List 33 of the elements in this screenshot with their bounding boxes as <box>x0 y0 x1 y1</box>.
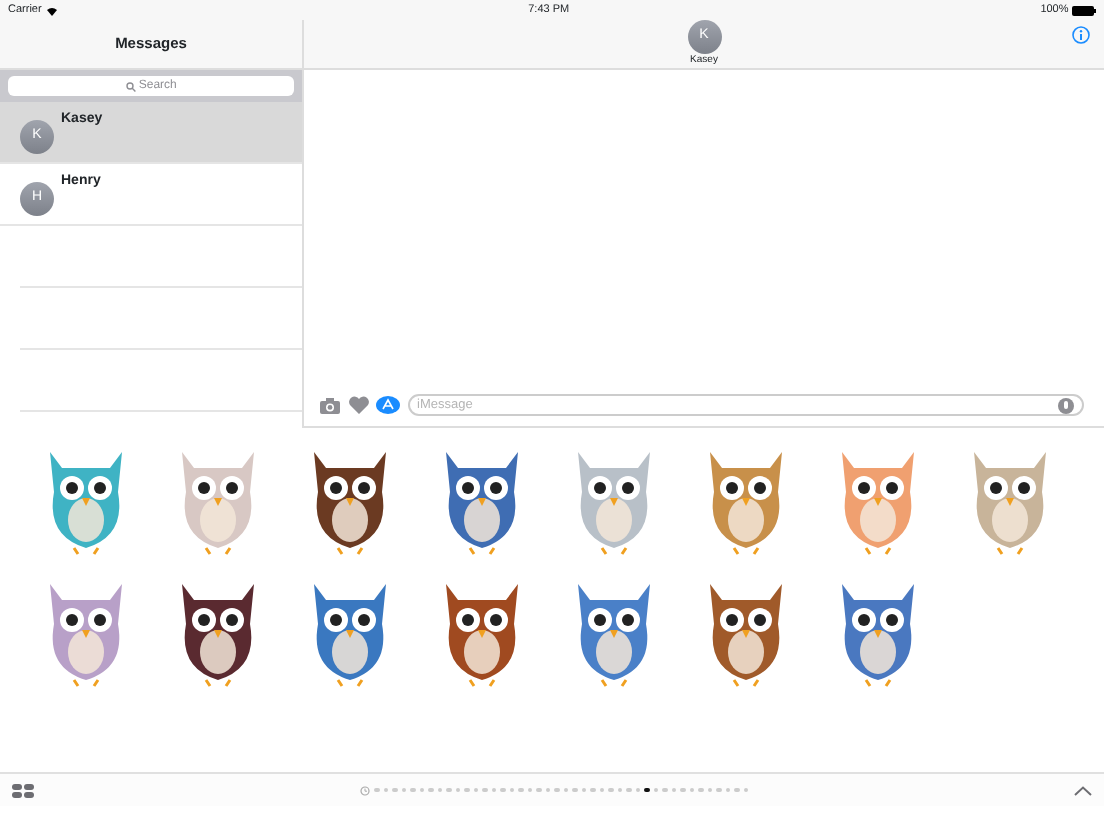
page-dot[interactable] <box>518 787 523 793</box>
page-dot[interactable] <box>608 787 613 793</box>
page-dot[interactable] <box>392 787 397 793</box>
page-dot[interactable] <box>653 787 658 793</box>
microphone-icon[interactable] <box>1058 397 1074 413</box>
heart-icon[interactable] <box>347 396 369 414</box>
wifi-icon <box>45 5 58 15</box>
page-dot[interactable] <box>464 787 469 793</box>
camera-icon[interactable] <box>320 397 340 413</box>
page-dot[interactable] <box>482 787 487 793</box>
page-dot[interactable] <box>716 787 721 793</box>
recent-clock-icon[interactable] <box>360 785 370 795</box>
app-store-icon[interactable] <box>376 396 400 414</box>
page-dot[interactable] <box>734 787 739 793</box>
page-dot[interactable] <box>644 787 649 793</box>
page-dot[interactable] <box>500 787 505 793</box>
chevron-up-icon[interactable] <box>1074 785 1092 795</box>
page-dot[interactable] <box>410 787 415 793</box>
page-dot[interactable] <box>446 787 451 793</box>
battery-icon <box>1072 5 1097 15</box>
info-icon[interactable] <box>1072 26 1090 44</box>
page-dot[interactable] <box>626 787 631 793</box>
page-dot[interactable] <box>572 787 577 793</box>
page-dot[interactable] <box>698 787 703 793</box>
page-dot[interactable] <box>680 787 685 793</box>
page-dot[interactable] <box>554 787 559 793</box>
page-dot[interactable] <box>428 787 433 793</box>
page-dot[interactable] <box>590 787 595 793</box>
page-dot[interactable] <box>662 787 667 793</box>
page-dot[interactable] <box>374 787 379 793</box>
page-dot[interactable] <box>536 787 541 793</box>
app-drawer-icon[interactable] <box>12 783 34 797</box>
search-icon <box>125 81 136 91</box>
